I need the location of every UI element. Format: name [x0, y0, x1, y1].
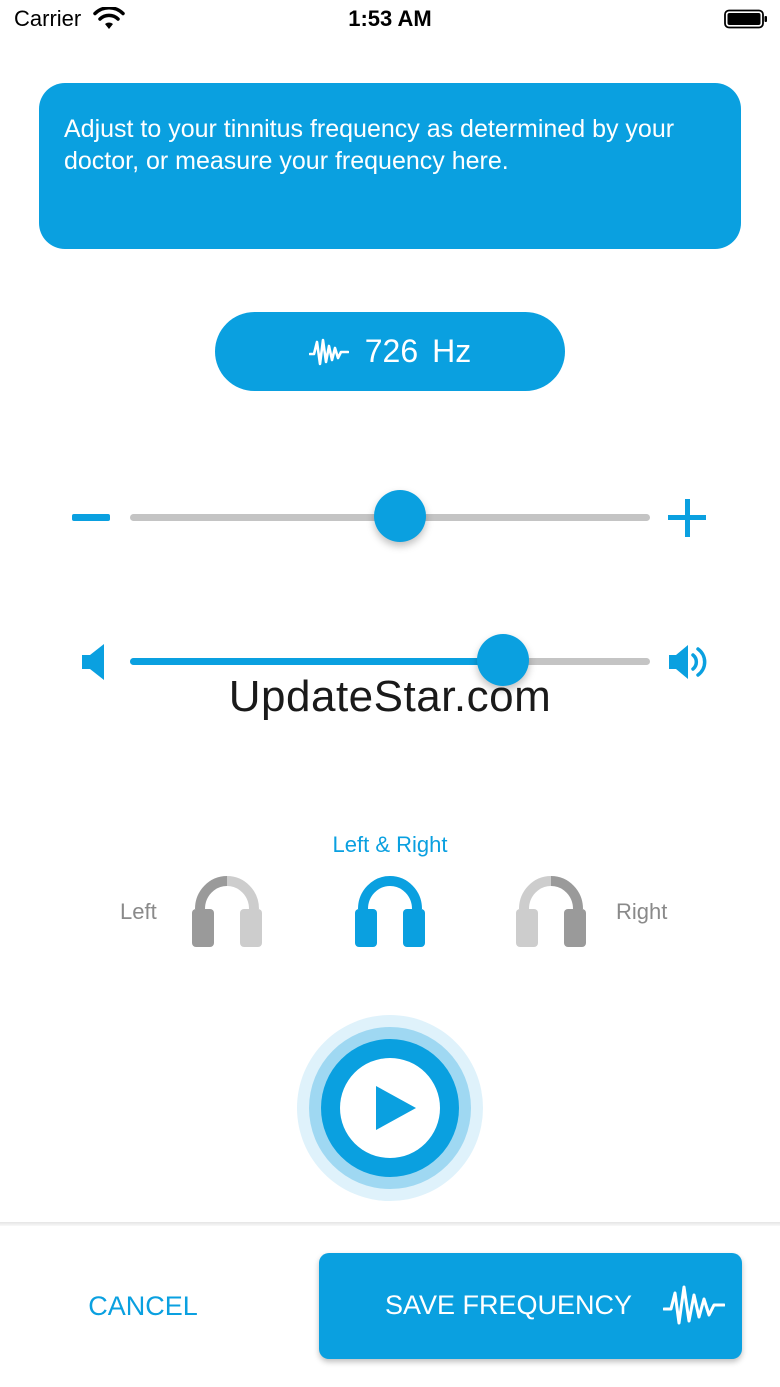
minus-icon[interactable] — [72, 514, 110, 521]
watermark-text: UpdateStar.com — [228, 672, 552, 721]
volume-slider-fill — [130, 658, 502, 665]
info-text: Adjust to your tinnitus frequency as det… — [64, 115, 675, 175]
headphones-left-icon[interactable] — [190, 873, 264, 949]
selected-output-label: Left & Right — [332, 832, 448, 857]
bottom-bar-divider — [0, 1222, 780, 1226]
save-frequency-label: SAVE FREQUENCY — [385, 1290, 633, 1320]
battery-icon — [724, 9, 767, 29]
headphones-right-icon[interactable] — [514, 873, 588, 949]
left-label: Left — [120, 899, 157, 924]
status-time: 1:53 AM — [348, 6, 432, 31]
waveform-icon — [308, 338, 349, 365]
save-frequency-button[interactable]: SAVE FREQUENCY — [319, 1253, 742, 1359]
frequency-slider-thumb[interactable] — [374, 490, 426, 542]
frequency-display[interactable]: 726 Hz — [215, 312, 565, 391]
waveform-icon — [663, 1285, 725, 1325]
cancel-button[interactable]: CANCEL — [40, 1272, 246, 1340]
frequency-value: 726 — [364, 333, 419, 369]
play-icon[interactable] — [376, 1086, 416, 1130]
info-card: Adjust to your tinnitus frequency as det… — [39, 83, 741, 249]
right-label: Right — [616, 899, 668, 924]
frequency-unit: Hz — [432, 333, 472, 369]
plus-icon[interactable] — [668, 499, 706, 537]
headphones-both-icon[interactable] — [353, 873, 427, 949]
